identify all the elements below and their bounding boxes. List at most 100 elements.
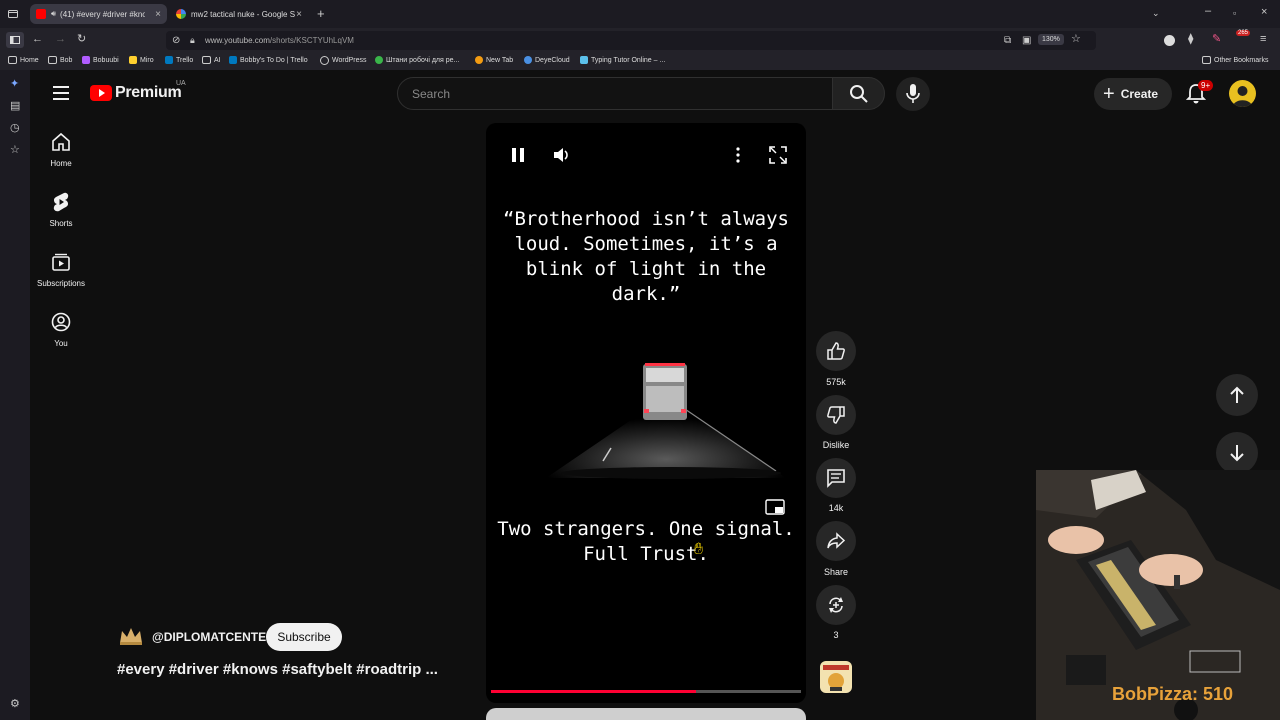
- quote-line: blink of light in the dark.”: [525, 258, 767, 305]
- tab-title: (41) #every #driver #knows: [60, 9, 146, 19]
- volume-icon[interactable]: [553, 146, 571, 164]
- bookmark-star-icon[interactable]: ☆: [1071, 34, 1081, 45]
- channel-avatar-icon[interactable]: [118, 625, 144, 647]
- bookmark-label: New Tab: [486, 56, 514, 64]
- tab-menu-icon[interactable]: [8, 9, 18, 22]
- cursor-hand-icon: ✋︎: [694, 541, 704, 558]
- bookmark-home[interactable]: Home: [8, 56, 39, 64]
- site-info-icon[interactable]: ⊘: [172, 35, 180, 46]
- previous-short-button[interactable]: [1216, 374, 1258, 416]
- nav-home[interactable]: Home: [30, 132, 92, 168]
- nav-label: You: [54, 339, 68, 348]
- bookmark-miro[interactable]: Miro: [129, 56, 154, 64]
- bookmark-new-tab[interactable]: New Tab: [475, 56, 513, 64]
- bookmark-favicon-icon: [580, 56, 588, 64]
- subscribe-button[interactable]: Subscribe: [266, 623, 342, 651]
- maximize-window-icon[interactable]: ▫: [1233, 8, 1236, 19]
- zoom-level[interactable]: 130%: [1038, 34, 1064, 45]
- bookmark-ai[interactable]: AI: [202, 56, 221, 64]
- bookmarks-bar: Home Bob Bobuubi Miro Trello AI Bobby's …: [0, 53, 1280, 70]
- bookmark-bobuubi[interactable]: Bobuubi: [82, 56, 119, 64]
- bookmark-typing-tutor[interactable]: Typing Tutor Online – ...: [580, 56, 665, 64]
- next-short-button[interactable]: [1216, 432, 1258, 474]
- bookmark-workwear[interactable]: Штани робочі для ре...: [375, 56, 459, 64]
- voice-search-button[interactable]: [896, 77, 930, 111]
- logo-text: Premium: [115, 84, 182, 101]
- sidebar-toggle-icon[interactable]: [6, 32, 24, 48]
- like-button[interactable]: [816, 331, 856, 371]
- bookmark-trello[interactable]: Trello: [165, 56, 193, 64]
- pause-icon[interactable]: [511, 147, 525, 163]
- share-button[interactable]: [816, 521, 856, 561]
- tab-list-chevron-icon[interactable]: ⌄: [1152, 8, 1160, 19]
- next-short-preview[interactable]: [486, 708, 806, 720]
- bookmark-label: DeyeCloud: [535, 56, 570, 64]
- bookmark-label: Home: [20, 56, 39, 64]
- url-path: /shorts/KSCTYUhLqVM: [269, 36, 354, 45]
- microphone-icon: [906, 84, 920, 103]
- notification-count-badge: 9+: [1198, 80, 1214, 91]
- hamburger-menu-icon[interactable]: [53, 86, 69, 105]
- channel-name[interactable]: @DIPLOMATCENTER: [152, 630, 275, 644]
- back-icon[interactable]: ←: [32, 34, 43, 45]
- history-icon[interactable]: ▤: [10, 101, 20, 112]
- audio-thumbnail[interactable]: [820, 661, 852, 693]
- tab-google-search[interactable]: mw2 tactical nuke - Google Sea ×: [170, 4, 308, 24]
- extension-tool-icon[interactable]: ✎: [1212, 34, 1221, 45]
- folder-icon: [48, 56, 57, 64]
- youtube-logo[interactable]: Premium: [90, 84, 182, 102]
- profile-extension-icon[interactable]: [1164, 35, 1175, 46]
- progress-track[interactable]: [491, 690, 801, 693]
- search-button[interactable]: [832, 77, 885, 110]
- share-label: Share: [823, 567, 849, 577]
- bookmark-wordpress[interactable]: WordPress: [320, 56, 367, 65]
- bookmark-label: WordPress: [332, 57, 367, 64]
- bookmark-bobbys-todo[interactable]: Bobby's To Do | Trello: [229, 56, 308, 64]
- speaker-icon[interactable]: 🔊︎: [51, 9, 56, 19]
- notifications-button[interactable]: 9+: [1184, 80, 1214, 106]
- subtitle-line: Two strangers. One signal.: [497, 518, 795, 540]
- arrow-up-icon: [1230, 386, 1244, 403]
- browser-menu-icon[interactable]: ≡: [1260, 34, 1266, 45]
- settings-gear-icon[interactable]: ⚙: [10, 699, 20, 710]
- short-video-player[interactable]: “Brotherhood isn’t always loud. Sometime…: [486, 123, 806, 703]
- tab-title: mw2 tactical nuke - Google Sea: [191, 9, 295, 19]
- ai-sparkle-icon[interactable]: ✦: [10, 79, 19, 90]
- more-options-icon[interactable]: [735, 147, 741, 163]
- tab-youtube-short[interactable]: 🔊︎ (41) #every #driver #knows ×: [30, 4, 167, 24]
- like-count: 575k: [826, 377, 846, 387]
- folder-icon: [1202, 56, 1211, 64]
- nav-you[interactable]: You: [30, 312, 92, 348]
- thumbs-down-icon: [827, 406, 845, 424]
- reload-icon[interactable]: ↻: [77, 34, 86, 45]
- close-tab-icon[interactable]: ×: [155, 9, 161, 20]
- video-description[interactable]: #every #driver #knows #saftybelt #roadtr…: [117, 661, 438, 678]
- url-field[interactable]: ⊘ 🔒︎ www.youtube.com/shorts/KSCTYUhLqVM …: [166, 31, 1096, 50]
- reader-view-icon[interactable]: ▣: [1022, 35, 1031, 46]
- avatar[interactable]: [1229, 80, 1256, 107]
- fullscreen-icon[interactable]: [769, 146, 787, 164]
- screenshot-icon[interactable]: ⧉: [1004, 35, 1011, 46]
- folder-icon: [8, 56, 17, 64]
- close-tab-icon[interactable]: ×: [296, 9, 302, 20]
- mini-player-icon[interactable]: [765, 499, 785, 515]
- nav-shorts[interactable]: Shorts: [30, 192, 92, 228]
- remix-button[interactable]: [816, 585, 856, 625]
- minimize-window-icon[interactable]: –: [1205, 6, 1211, 17]
- dislike-button[interactable]: [816, 395, 856, 435]
- search-input[interactable]: Search: [397, 77, 833, 110]
- bookmark-deyecloud[interactable]: DeyeCloud: [524, 56, 570, 64]
- clock-icon[interactable]: ◷: [10, 123, 20, 134]
- bookmark-bob[interactable]: Bob: [48, 56, 72, 64]
- subscribe-label: Subscribe: [277, 630, 331, 644]
- extension-badge[interactable]: 265: [1236, 30, 1251, 36]
- create-button[interactable]: + Create: [1094, 78, 1172, 110]
- extensions-icon[interactable]: ⧫: [1188, 34, 1193, 45]
- comments-button[interactable]: [816, 458, 856, 498]
- forward-icon[interactable]: →: [55, 34, 66, 45]
- other-bookmarks[interactable]: Other Bookmarks: [1202, 56, 1268, 64]
- close-window-icon[interactable]: ×: [1261, 7, 1267, 18]
- new-tab-button[interactable]: +: [317, 7, 325, 20]
- nav-subscriptions[interactable]: Subscriptions: [30, 252, 92, 288]
- star-icon[interactable]: ☆: [10, 145, 20, 156]
